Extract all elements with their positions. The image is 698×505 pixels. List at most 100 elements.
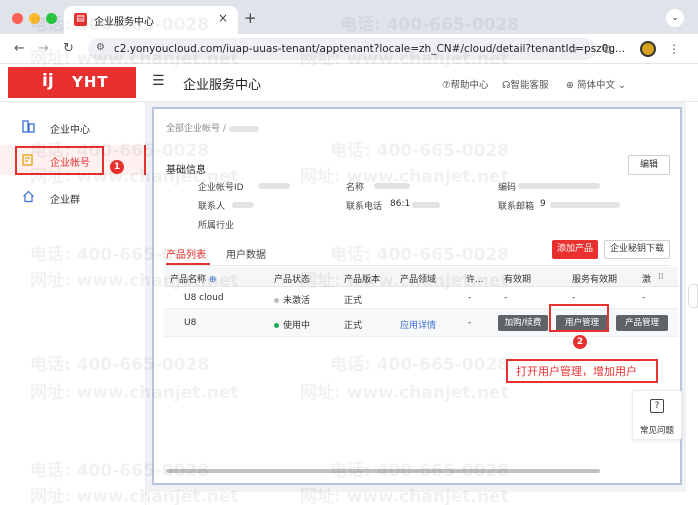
profile-avatar[interactable]: [640, 41, 656, 57]
product-status-text: 未激活: [283, 296, 311, 306]
product-name: U8 cloud: [184, 293, 224, 303]
blurred-value: [232, 202, 254, 208]
browser-tab[interactable]: ▤ 企业服务中心 ×: [64, 6, 238, 34]
globe-icon: ⊕: [566, 80, 577, 91]
tab-close-icon[interactable]: ×: [218, 11, 228, 25]
tab-search-icon[interactable]: ⌄: [666, 9, 684, 27]
step2-badge: 2: [573, 335, 587, 349]
blurred-value: [518, 183, 600, 189]
blurred-value: [374, 183, 410, 189]
faq-label: 常见问题: [640, 426, 675, 436]
blurred-value: [228, 125, 259, 132]
tab-favicon-icon: ▤: [74, 13, 87, 26]
close-window-dot[interactable]: [12, 13, 23, 24]
lock-icon[interactable]: ⊕: [209, 275, 217, 285]
service-validity-value: -: [572, 293, 576, 303]
back-icon[interactable]: ←: [14, 41, 25, 56]
app-title: 企业服务中心: [183, 78, 262, 93]
sidebar: 企业中心 企业帐号 企业群 1: [0, 102, 146, 505]
table-header: 产品名称 ⊕ 产品状态 产品版本 产品领域 许... 有效期 服务有效期 激 ⁞…: [164, 267, 678, 287]
question-icon: ?: [650, 399, 664, 413]
product-status-text: 使用中: [283, 321, 311, 331]
active-tab-indicator: [166, 263, 210, 265]
column-header: 产品领域: [400, 275, 437, 285]
phone-label: 联系电话: [346, 202, 383, 212]
column-header: 许...: [466, 275, 484, 285]
highlight-box-step1: [15, 146, 104, 175]
yht-logo[interactable]: ij YHT: [8, 67, 136, 98]
breadcrumb: 全部企业帐号 /: [166, 121, 259, 134]
add-product-button[interactable]: 添加产品: [552, 240, 598, 259]
blurred-value: [258, 183, 290, 189]
main-content: 全部企业帐号 / 基础信息 编辑 企业帐号ID 名称 编码 联系人 联系电话 8…: [146, 102, 686, 492]
browser-menu-icon[interactable]: ⋮: [668, 42, 680, 56]
smart-service-label: 智能客服: [510, 80, 549, 91]
minimize-window-dot[interactable]: [29, 13, 40, 24]
detail-panel: 全部企业帐号 / 基础信息 编辑 企业帐号ID 名称 编码 联系人 联系电话 8…: [152, 107, 682, 485]
sidebar-item-enterprise-group[interactable]: 企业群: [0, 182, 146, 212]
help-center-link[interactable]: ⑦帮助中心: [442, 77, 489, 91]
chevron-down-icon: ⌄: [615, 80, 626, 91]
forward-icon[interactable]: →: [38, 41, 49, 56]
side-drawer-handle[interactable]: [688, 284, 698, 308]
contact-label: 联系人: [198, 202, 226, 212]
highlight-box-step2: [549, 304, 609, 332]
browser-toolbar: ← → ↻ ⚙ c2.yonyoucloud.com/iuap-uuas-ten…: [0, 34, 698, 64]
column-header-label: 产品名称: [170, 275, 207, 285]
sidebar-item-label: 企业中心: [50, 125, 90, 136]
blurred-value: [412, 202, 440, 208]
blurred-value: [550, 202, 620, 208]
address-bar[interactable]: ⚙ c2.yonyoucloud.com/iuap-uuas-tenant/ap…: [88, 38, 625, 60]
home-icon: [23, 190, 34, 203]
name-label: 名称: [346, 183, 365, 193]
edit-button[interactable]: 编辑: [628, 155, 670, 175]
sidebar-item-enterprise-center[interactable]: 企业中心: [0, 112, 146, 142]
column-settings-icon[interactable]: ⁞⁞: [658, 272, 664, 282]
column-header: 激: [642, 275, 652, 285]
column-header: 有效期: [504, 275, 532, 285]
breadcrumb-label: 全部企业帐号 /: [166, 124, 226, 134]
new-tab-icon[interactable]: +: [244, 9, 257, 27]
download-key-button[interactable]: 企业秘钥下载: [604, 240, 670, 259]
column-header: 服务有效期: [572, 275, 618, 285]
renew-button[interactable]: 加购/续费: [498, 315, 548, 331]
language-selector[interactable]: ⊕ 简体中文 ⌄: [566, 77, 626, 91]
email-value: 9: [540, 199, 546, 209]
validity-value: -: [504, 293, 508, 303]
product-management-button[interactable]: 产品管理: [616, 315, 668, 331]
product-name: U8: [184, 318, 197, 328]
app-details-link[interactable]: 应用详情: [400, 318, 436, 331]
faq-float-button[interactable]: ? 常见问题: [632, 390, 682, 440]
tab-product-list[interactable]: 产品列表: [166, 246, 206, 261]
annotation-text: 打开用户管理，增加用户: [516, 365, 637, 378]
site-settings-icon[interactable]: ⚙: [96, 42, 105, 53]
code-label: 编码: [498, 183, 517, 193]
browser-tab-bar: ▤ 企业服务中心 × + ⌄: [0, 0, 698, 34]
industry-label: 所属行业: [198, 221, 235, 231]
product-version: 正式: [344, 321, 363, 331]
horizontal-scrollbar[interactable]: [166, 469, 600, 473]
status-dot: [274, 323, 279, 328]
step1-badge: 1: [110, 160, 124, 174]
url-text: c2.yonyoucloud.com/iuap-uuas-tenant/appt…: [114, 43, 626, 55]
building-icon: [22, 120, 35, 133]
product-status: 未激活: [274, 293, 310, 306]
bookmark-star-icon[interactable]: ☆: [568, 42, 579, 56]
permit-value: -: [468, 318, 472, 328]
tab-title: 企业服务中心: [94, 17, 154, 28]
product-status: 使用中: [274, 318, 310, 331]
maximize-window-dot[interactable]: [46, 13, 57, 24]
reload-icon[interactable]: ↻: [63, 41, 74, 56]
hamburger-menu-icon[interactable]: ☰: [152, 73, 165, 89]
permit-value: -: [468, 293, 472, 303]
email-label: 联系邮箱: [498, 202, 535, 212]
app-header: ij YHT ☰ 企业服务中心 ⑦帮助中心 ☊智能客服 ⊕ 简体中文 ⌄: [0, 64, 698, 102]
smart-service-link[interactable]: ☊智能客服: [502, 77, 548, 91]
active-value: -: [642, 293, 646, 303]
extensions-icon[interactable]: ⧉: [603, 42, 612, 57]
column-header: 产品状态: [274, 275, 311, 285]
product-version: 正式: [344, 296, 363, 306]
section-title: 基础信息: [166, 165, 206, 176]
phone-value: 86:1: [390, 199, 411, 209]
tab-user-data[interactable]: 用户数据: [226, 246, 266, 261]
